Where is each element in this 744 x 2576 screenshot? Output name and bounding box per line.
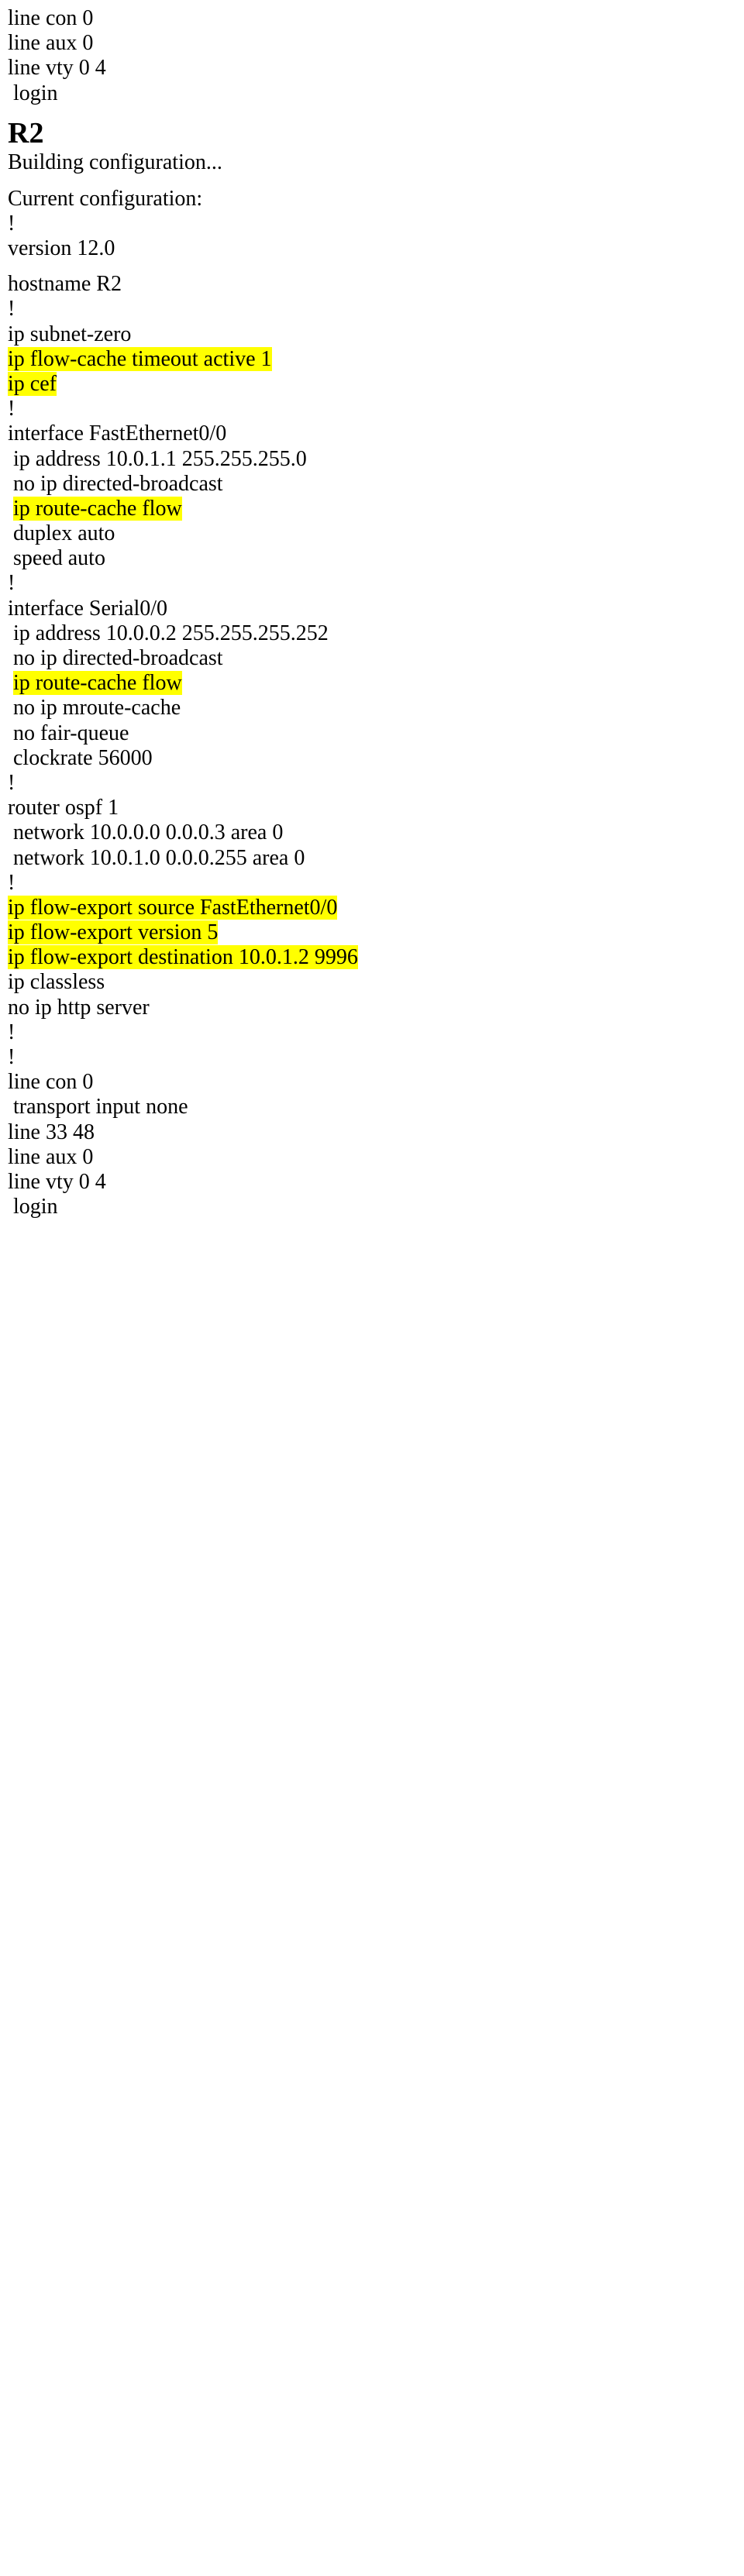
config-line: router ospf 1 [8,796,736,820]
config-line: ip address 10.0.1.1 255.255.255.0 [8,447,736,472]
config-line: ! [8,297,736,322]
config-line: line aux 0 [8,31,736,56]
config-line: line con 0 [8,1070,736,1095]
config-line: line 33 48 [8,1120,736,1145]
highlight-text: ip flow-export destination 10.0.1.2 9996 [8,945,358,969]
highlight-text: ip route-cache flow [13,671,182,695]
config-line: speed auto [8,546,736,571]
config-line: no ip mroute-cache [8,696,736,721]
config-line: line con 0 [8,6,736,31]
config-line: no ip directed-broadcast [8,646,736,671]
config-line-highlight: ip flow-export source FastEthernet0/0 [8,896,736,920]
config-line-highlight: ip route-cache flow [8,671,736,696]
config-line: ! [8,1020,736,1045]
config-line: ! [8,771,736,796]
config-line: network 10.0.1.0 0.0.0.255 area 0 [8,846,736,871]
config-line: transport input none [8,1095,736,1119]
config-line-highlight: ip flow-cache timeout active 1 [8,347,736,372]
config-line: ! [8,871,736,896]
highlight-text: ip flow-export version 5 [8,920,218,944]
config-line: ! [8,212,736,236]
config-line: no fair-queue [8,721,736,746]
config-line: network 10.0.0.0 0.0.0.3 area 0 [8,820,736,845]
config-line-highlight: ip flow-export destination 10.0.1.2 9996 [8,945,736,970]
leading-space [8,671,13,695]
config-line: version 12.0 [8,236,736,261]
config-line: ip subnet-zero [8,322,736,347]
config-line: ! [8,1045,736,1070]
config-line: line aux 0 [8,1145,736,1170]
config-line: duplex auto [8,521,736,546]
highlight-text: ip flow-export source FastEthernet0/0 [8,896,337,920]
config-line-highlight: ip cef [8,372,736,397]
highlight-text: ip flow-cache timeout active 1 [8,347,272,371]
config-line: no ip directed-broadcast [8,472,736,497]
config-line: interface FastEthernet0/0 [8,421,736,446]
leading-space [8,497,13,521]
config-line-highlight: ip flow-export version 5 [8,920,736,945]
config-line: interface Serial0/0 [8,597,736,621]
config-line-highlight: ip route-cache flow [8,497,736,521]
highlight-text: ip route-cache flow [13,497,182,521]
config-line: ip address 10.0.0.2 255.255.255.252 [8,621,736,646]
config-line: clockrate 56000 [8,746,736,771]
section-heading-r2: R2 [8,117,736,151]
config-line: login [8,81,736,106]
config-line: login [8,1195,736,1219]
config-line: ! [8,397,736,421]
config-line: no ip http server [8,996,736,1020]
config-line: Building configuration... [8,150,736,175]
config-line: line vty 0 4 [8,56,736,81]
config-line: ! [8,571,736,596]
config-line: ip classless [8,970,736,995]
highlight-text: ip cef [8,372,57,396]
config-line: line vty 0 4 [8,1170,736,1195]
config-line: hostname R2 [8,272,736,297]
config-line: Current configuration: [8,187,736,212]
